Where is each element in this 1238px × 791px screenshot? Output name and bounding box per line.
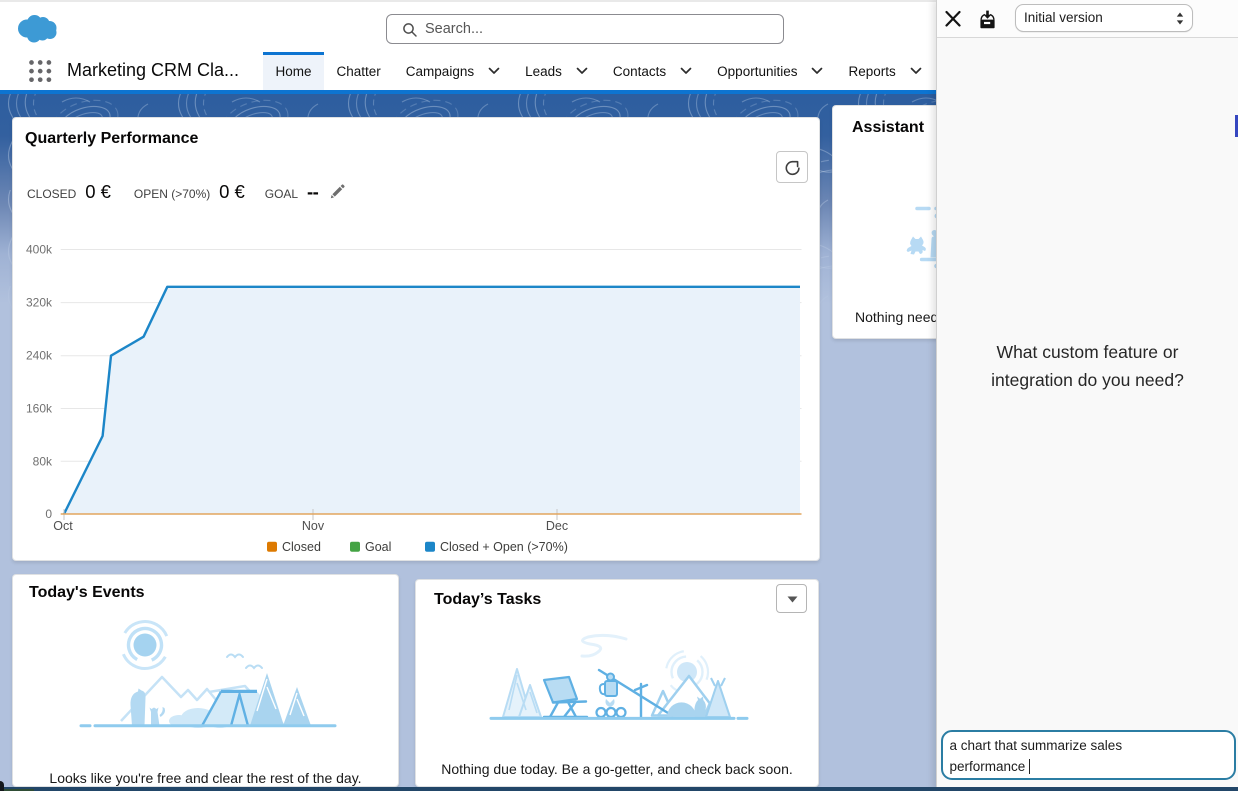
svg-text:Closed + Open (>70%): Closed + Open (>70%) [440,540,568,554]
svg-text:Dec: Dec [546,519,568,533]
svg-text:Closed: Closed [282,540,321,554]
svg-text:Oct: Oct [53,519,73,533]
svg-text:240k: 240k [26,349,53,363]
svg-text:80k: 80k [33,454,53,468]
svg-text:160k: 160k [26,402,53,416]
svg-text:320k: 320k [26,296,53,310]
svg-text:Goal: Goal [365,540,391,554]
svg-text:0: 0 [45,507,52,521]
svg-text:Nov: Nov [302,519,325,533]
svg-text:400k: 400k [26,243,53,257]
